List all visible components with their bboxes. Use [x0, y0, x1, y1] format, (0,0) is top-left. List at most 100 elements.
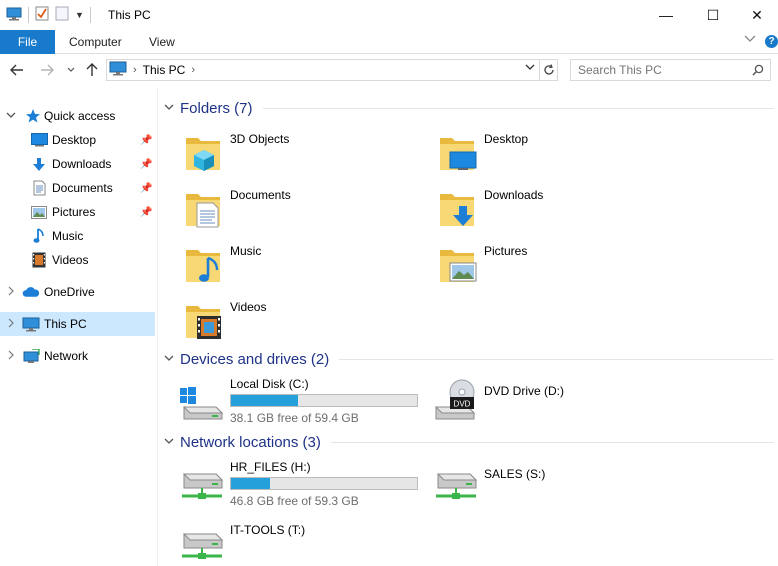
- breadcrumb-this-pc[interactable]: This PC: [143, 63, 186, 77]
- minimize-button[interactable]: —: [643, 0, 689, 30]
- windows-drive-icon: [178, 377, 224, 426]
- search-input[interactable]: Search This PC: [570, 59, 771, 81]
- collapsed-chevron-icon[interactable]: [6, 350, 16, 363]
- network-drive-item-sales[interactable]: SALES (S:): [432, 460, 682, 520]
- documents-icon: [30, 179, 48, 197]
- folder-item-videos[interactable]: Videos: [184, 300, 424, 352]
- network-drive-item-hr-files[interactable]: HR_FILES (H:) 46.8 GB free of 59.3 GB: [178, 460, 428, 520]
- help-button[interactable]: ?: [765, 35, 778, 48]
- properties-icon[interactable]: [35, 6, 49, 24]
- pictures-icon: [30, 203, 48, 221]
- folder-item-desktop[interactable]: Desktop: [438, 132, 678, 184]
- forward-button[interactable]: [37, 60, 57, 80]
- network-drive-icon: [432, 460, 478, 509]
- navigation-pane: Quick access Desktop 📌 Downloads 📌 Docum…: [0, 96, 157, 566]
- customize-toolbar-dropdown-icon[interactable]: ▼: [75, 10, 84, 20]
- group-header-devices[interactable]: Devices and drives (2): [164, 349, 774, 369]
- nav-label: Documents: [52, 181, 113, 195]
- drive-label: IT-TOOLS (T:): [230, 523, 306, 537]
- collapse-chevron-icon[interactable]: [164, 354, 176, 365]
- collapse-chevron-icon[interactable]: [164, 437, 176, 448]
- folder-label: 3D Objects: [230, 132, 290, 146]
- group-title: Devices and drives (2): [180, 350, 330, 368]
- this-pc-icon[interactable]: [6, 7, 22, 24]
- nav-label: Pictures: [52, 205, 96, 219]
- tab-view[interactable]: View: [149, 35, 175, 49]
- pin-icon[interactable]: 📌: [140, 207, 152, 218]
- refresh-button[interactable]: [540, 59, 558, 81]
- group-divider: [330, 441, 774, 443]
- nav-item-desktop[interactable]: Desktop 📌: [0, 128, 155, 152]
- nav-item-downloads[interactable]: Downloads 📌: [0, 152, 155, 176]
- nav-item-music[interactable]: Music: [0, 224, 155, 248]
- group-divider: [339, 358, 774, 360]
- nav-label: Videos: [52, 253, 89, 267]
- downloads-icon: [438, 188, 478, 231]
- pin-icon[interactable]: 📌: [140, 183, 152, 194]
- downloads-icon: [30, 155, 48, 173]
- drive-label: Local Disk (C:): [230, 377, 309, 391]
- drive-usage-bar: [230, 394, 418, 407]
- expanded-chevron-icon[interactable]: [6, 111, 16, 122]
- music-icon: [30, 227, 48, 245]
- nav-label: Downloads: [52, 157, 112, 171]
- tab-file[interactable]: File: [0, 30, 55, 54]
- breadcrumb-chevron-icon[interactable]: ›: [133, 64, 137, 76]
- maximize-button[interactable]: ☐: [690, 0, 736, 30]
- star-icon: [24, 107, 42, 125]
- this-pc-icon: [22, 315, 40, 333]
- drive-usage-bar: [230, 477, 418, 490]
- address-history-dropdown-icon[interactable]: [525, 63, 535, 74]
- folder-item-music[interactable]: Music: [184, 244, 424, 296]
- title-bar: ▼ This PC — ☐ ✕: [0, 0, 778, 30]
- drive-item-dvd-d[interactable]: DVD DVD Drive (D:): [432, 377, 682, 437]
- pin-icon[interactable]: 📌: [140, 135, 152, 146]
- collapse-chevron-icon[interactable]: [164, 103, 176, 114]
- network-drive-item-it-tools[interactable]: IT-TOOLS (T:): [178, 522, 428, 566]
- pane-divider[interactable]: [157, 88, 158, 566]
- nav-item-onedrive[interactable]: OneDrive: [0, 280, 155, 304]
- folder-label: Music: [230, 244, 262, 258]
- nav-label-this-pc: This PC: [44, 317, 87, 331]
- pin-icon[interactable]: 📌: [140, 159, 152, 170]
- drive-free-space: 38.1 GB free of 59.4 GB: [230, 411, 359, 425]
- nav-item-videos[interactable]: Videos: [0, 248, 155, 272]
- back-button[interactable]: [7, 60, 27, 80]
- drive-free-space: 46.8 GB free of 59.3 GB: [230, 494, 359, 508]
- network-drive-icon: [178, 460, 224, 509]
- ribbon-tabs: File Computer View ?: [0, 30, 778, 54]
- recent-locations-icon[interactable]: [61, 60, 81, 80]
- search-icon[interactable]: [752, 64, 772, 79]
- drive-label: DVD Drive (D:): [484, 384, 564, 398]
- nav-item-pictures[interactable]: Pictures 📌: [0, 200, 155, 224]
- nav-label-quick-access: Quick access: [44, 109, 116, 123]
- expand-ribbon-icon[interactable]: [744, 34, 756, 46]
- drive-label: HR_FILES (H:): [230, 460, 311, 474]
- folder-item-pictures[interactable]: Pictures: [438, 244, 678, 296]
- group-header-folders[interactable]: Folders (7): [164, 98, 774, 118]
- pictures-icon: [438, 244, 478, 287]
- folder-item-3d-objects[interactable]: 3D Objects: [184, 132, 424, 184]
- folder-item-documents[interactable]: Documents: [184, 188, 424, 240]
- nav-item-network[interactable]: Network: [0, 344, 155, 368]
- folder-label: Pictures: [484, 244, 528, 258]
- network-drive-icon: [178, 522, 224, 566]
- folder-label: Desktop: [484, 132, 529, 146]
- nav-item-quick-access[interactable]: Quick access: [0, 104, 155, 128]
- drive-item-local-disk-c[interactable]: Local Disk (C:) 38.1 GB free of 59.4 GB: [178, 377, 428, 437]
- close-button[interactable]: ✕: [734, 0, 778, 30]
- dvd-label-text: DVD: [454, 400, 471, 409]
- collapsed-chevron-icon[interactable]: [6, 286, 16, 299]
- nav-item-documents[interactable]: Documents 📌: [0, 176, 155, 200]
- music-icon: [184, 244, 224, 287]
- new-folder-icon[interactable]: [55, 6, 69, 24]
- up-button[interactable]: [82, 60, 102, 80]
- videos-icon: [184, 300, 224, 343]
- folder-item-downloads[interactable]: Downloads: [438, 188, 678, 240]
- collapsed-chevron-icon[interactable]: [6, 318, 16, 331]
- group-header-network-locations[interactable]: Network locations (3): [164, 432, 774, 452]
- address-bar[interactable]: › This PC ›: [106, 59, 540, 81]
- nav-item-this-pc[interactable]: This PC: [0, 312, 155, 336]
- breadcrumb-chevron-icon[interactable]: ›: [191, 64, 195, 76]
- tab-computer[interactable]: Computer: [69, 35, 122, 49]
